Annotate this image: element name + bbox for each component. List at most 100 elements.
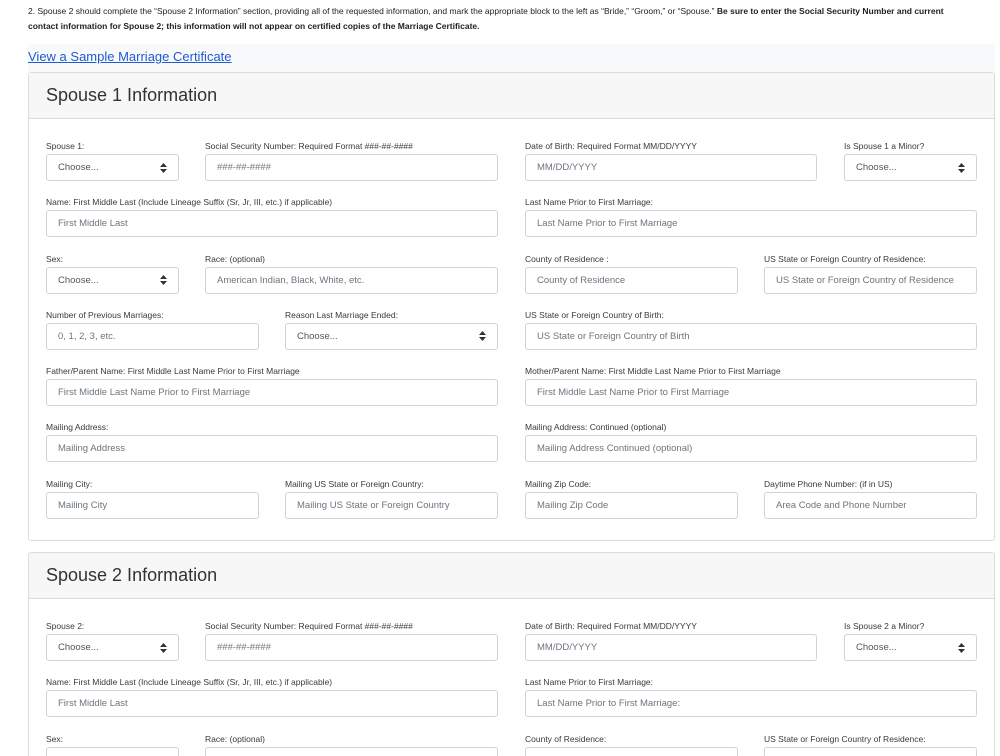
spouse1-ssn-field: Social Security Number: Required Format … [205, 140, 498, 181]
spouse2-dob-label: Date of Birth: Required Format MM/DD/YYY… [525, 621, 697, 631]
spouse1-father-name-input[interactable] [46, 379, 498, 407]
select-arrows-icon [479, 331, 486, 342]
spouse1-row-1: Spouse 1: Choose... Social Security Numb… [46, 140, 977, 181]
spouse2-minor-field: Is Spouse 2 a Minor? Choose... [844, 620, 977, 661]
select-arrows-icon [160, 275, 167, 286]
spouse1-card-header: Spouse 1 Information [29, 73, 994, 119]
spouse1-mailing-address-field: Mailing Address: [46, 421, 498, 463]
spouse1-county-field: County of Residence : [525, 253, 738, 294]
spouse1-prior-last-name-input[interactable] [525, 210, 977, 238]
spouse1-mailing-address-input[interactable] [46, 435, 498, 463]
spouse2-minor-label: Is Spouse 2 a Minor? [844, 621, 925, 631]
spouse2-sex-select[interactable] [46, 746, 179, 756]
spouse1-row-6: Mailing Address: Mailing Address: Contin… [46, 421, 977, 463]
instructions-intro: 2. Spouse 2 should complete the “Spouse … [28, 6, 715, 16]
spouse1-reason-ended-label: Reason Last Marriage Ended: [285, 309, 398, 320]
spouse2-county-input[interactable] [525, 746, 738, 756]
spouse2-prior-last-name-input[interactable] [525, 690, 977, 718]
spouse1-dob-input[interactable] [525, 154, 817, 181]
spouse1-county-input[interactable] [525, 266, 738, 294]
spouse1-birth-state-label: US State or Foreign Country of Birth: [525, 309, 664, 320]
spouse2-ssn-label: Social Security Number: Required Format … [205, 621, 413, 631]
spouse2-race-input[interactable] [205, 746, 498, 756]
spouse2-row-2: Name: First Middle Last (Include Lineage… [46, 676, 977, 718]
spouse2-card-body: Spouse 2: Choose... Social Security Numb… [29, 599, 994, 756]
spouse1-prior-last-name-label: Last Name Prior to First Marriage: [525, 197, 654, 208]
spouse2-ssn-input[interactable] [205, 634, 498, 661]
spouse1-previous-marriages-field: Number of Previous Marriages: [46, 309, 259, 350]
spouse1-reason-ended-select[interactable]: Choose... [285, 322, 498, 350]
spouse1-previous-marriages-label: Number of Previous Marriages: [46, 309, 164, 320]
spouse1-mailing-address-2-field: Mailing Address: Continued (optional) [525, 421, 977, 463]
spouse1-sex-field: Sex: Choose... [46, 253, 179, 294]
spouse1-mailing-zip-input[interactable] [525, 491, 738, 519]
view-sample-certificate-link[interactable]: View a Sample Marriage Certificate [28, 49, 232, 65]
spouse1-race-label: Race: (optional) [205, 253, 266, 264]
select-arrows-icon [958, 162, 965, 173]
spouse1-mailing-state-label: Mailing US State or Foreign Country: [285, 478, 424, 489]
spouse1-name-input[interactable] [46, 210, 498, 238]
spouse1-birth-state-input[interactable] [525, 322, 977, 350]
spouse2-name-label: Name: First Middle Last (Include Lineage… [46, 677, 333, 688]
spouse1-reason-ended-field: Reason Last Marriage Ended: Choose... [285, 309, 498, 350]
spouse1-mailing-zip-field: Mailing Zip Code: [525, 478, 738, 519]
spouse1-mailing-address-label: Mailing Address: [46, 422, 109, 433]
spouse2-residence-state-field: US State or Foreign Country of Residence… [764, 733, 977, 756]
spouse2-role-select[interactable]: Choose... [46, 634, 179, 661]
spouse2-residence-state-label: US State or Foreign Country of Residence… [764, 733, 926, 744]
spouse2-race-label: Race: (optional) [205, 733, 266, 744]
spouse2-card-header: Spouse 2 Information [29, 553, 994, 599]
spouse2-sex-label: Sex: [46, 733, 64, 744]
spouse1-mother-name-input[interactable] [525, 379, 977, 407]
spouse1-row-5: Father/Parent Name: First Middle Last Na… [46, 365, 977, 407]
spouse1-sex-select[interactable]: Choose... [46, 266, 179, 294]
spouse2-name-field: Name: First Middle Last (Include Lineage… [46, 676, 498, 718]
spouse2-role-select-value: Choose... [58, 642, 99, 653]
spouse1-race-input[interactable] [205, 266, 498, 294]
spouse2-card: Spouse 2 Information Spouse 2: Choose...… [28, 552, 995, 756]
spouse1-mother-name-field: Mother/Parent Name: First Middle Last Na… [525, 365, 977, 407]
spouse1-minor-select[interactable]: Choose... [844, 154, 977, 181]
spouse2-ssn-field: Social Security Number: Required Format … [205, 620, 498, 661]
spouse1-role-select[interactable]: Choose... [46, 154, 179, 181]
spouse1-mailing-state-field: Mailing US State or Foreign Country: [285, 478, 498, 519]
spouse1-father-name-label: Father/Parent Name: First Middle Last Na… [46, 366, 300, 377]
spouse1-name-field: Name: First Middle Last (Include Lineage… [46, 196, 498, 238]
sample-link-row: View a Sample Marriage Certificate [28, 44, 995, 72]
spouse1-role-label: Spouse 1: [46, 141, 85, 151]
spouse1-residence-state-input[interactable] [764, 266, 977, 294]
spouse1-mailing-city-field: Mailing City: [46, 478, 259, 519]
spouse1-mailing-address-2-label: Mailing Address: Continued (optional) [525, 422, 667, 433]
spouse1-residence-state-field: US State or Foreign Country of Residence… [764, 253, 977, 294]
spouse1-phone-field: Daytime Phone Number: (if in US) [764, 478, 977, 519]
spouse1-row-7: Mailing City: Mailing US State or Foreig… [46, 478, 977, 519]
spouse1-row-2: Name: First Middle Last (Include Lineage… [46, 196, 977, 238]
spouse2-minor-select[interactable]: Choose... [844, 634, 977, 661]
spouse1-mailing-city-input[interactable] [46, 491, 259, 519]
spouse2-section-title: Spouse 2 Information [46, 565, 218, 585]
spouse2-county-field: County of Residence: [525, 733, 738, 756]
spouse2-residence-state-input[interactable] [764, 746, 977, 756]
spouse1-prior-last-name-field: Last Name Prior to First Marriage: [525, 196, 977, 238]
spouse1-county-label: County of Residence : [525, 253, 609, 264]
spouse2-row-3: Sex: Race: (optional) County of Residenc… [46, 733, 977, 756]
spouse2-sex-field: Sex: [46, 733, 179, 756]
spouse1-ssn-input[interactable] [205, 154, 498, 181]
spouse1-race-field: Race: (optional) [205, 253, 498, 294]
spouse1-mailing-zip-label: Mailing Zip Code: [525, 478, 592, 489]
spouse1-name-label: Name: First Middle Last (Include Lineage… [46, 197, 333, 208]
select-arrows-icon [160, 642, 167, 653]
select-arrows-icon [160, 162, 167, 173]
spouse1-minor-label: Is Spouse 1 a Minor? [844, 141, 925, 151]
spouse2-dob-input[interactable] [525, 634, 817, 661]
spouse1-role-select-value: Choose... [58, 162, 99, 173]
spouse1-dob-label: Date of Birth: Required Format MM/DD/YYY… [525, 141, 697, 151]
spouse1-phone-input[interactable] [764, 491, 977, 519]
spouse1-card-body: Spouse 1: Choose... Social Security Numb… [29, 119, 994, 540]
spouse1-mailing-address-2-input[interactable] [525, 435, 977, 463]
select-arrows-icon [958, 642, 965, 653]
spouse1-mailing-state-input[interactable] [285, 491, 498, 519]
spouse2-name-input[interactable] [46, 690, 498, 718]
spouse1-previous-marriages-input[interactable] [46, 322, 259, 350]
spouse2-role-field: Spouse 2: Choose... [46, 620, 179, 661]
